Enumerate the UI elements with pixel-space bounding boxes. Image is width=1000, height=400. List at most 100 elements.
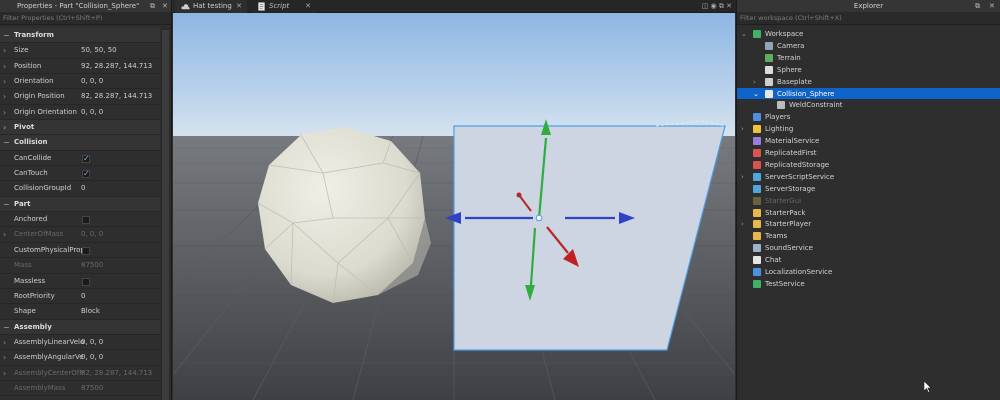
explorer-item[interactable]: LocalizationService [737, 266, 1000, 278]
eye-icon[interactable]: ◉ [711, 2, 717, 10]
undock-icon[interactable]: ⧉ [150, 0, 155, 12]
property-section[interactable]: − Assembly [0, 319, 160, 335]
property-value[interactable]: Block [81, 304, 100, 319]
properties-filter-input[interactable]: Filter Properties (Ctrl+Shift+P) [0, 12, 171, 25]
chevron-right-icon[interactable]: › [3, 74, 6, 89]
property-value[interactable]: 87500 [81, 258, 103, 273]
property-row[interactable]: CanCollide [0, 151, 160, 167]
close-icon[interactable]: ✕ [989, 0, 995, 12]
scene-canvas[interactable] [173, 13, 735, 400]
explorer-item[interactable]: Camera [737, 40, 1000, 52]
property-value[interactable]: 92, 28.287, 144.713 [81, 59, 152, 74]
close-tab-icon[interactable]: ✕ [305, 0, 311, 13]
property-row[interactable]: CanTouch [0, 166, 160, 182]
property-row[interactable]: › AssemblyLinearVelocity0, 0, 0 [0, 335, 160, 351]
explorer-filter-input[interactable]: Filter workspace (Ctrl+Shift+X) [737, 12, 1000, 25]
chevron-right-icon[interactable]: › [3, 43, 6, 58]
chevron-right-icon[interactable]: › [3, 335, 6, 350]
property-row[interactable]: › Origin Position 82, 28.287, 144.713 [0, 89, 160, 105]
property-section[interactable]: › Pivot [0, 120, 160, 136]
undock-icon[interactable]: ⧉ [975, 0, 980, 12]
explorer-item[interactable]: SoundService [737, 242, 1000, 254]
property-row[interactable]: RootPriority 0 [0, 289, 160, 305]
3d-viewport[interactable] [173, 13, 735, 400]
property-row[interactable]: Shape Block [0, 304, 160, 320]
chevron-right-icon[interactable]: › [3, 120, 6, 135]
property-section[interactable]: − Part [0, 196, 160, 213]
explorer-item[interactable]: ReplicatedFirst [737, 147, 1000, 159]
chevron-right-icon[interactable]: › [753, 76, 756, 88]
chevron-right-icon[interactable]: › [741, 123, 744, 135]
property-checkbox[interactable] [82, 166, 90, 181]
chevron-down-icon[interactable]: ⌄ [753, 88, 759, 100]
property-value[interactable]: 82, 28.287, 144.713 [81, 89, 152, 104]
property-row[interactable]: › CenterOfMass 0, 0, 0 [0, 227, 160, 243]
undock-icon[interactable]: ⧉ [719, 2, 724, 10]
property-row[interactable]: › AssemblyAngularVelocity0, 0, 0 [0, 350, 160, 366]
property-value[interactable]: 50, 50, 50 [81, 43, 117, 58]
property-value[interactable]: 0, 0, 0 [81, 350, 103, 365]
property-row[interactable]: › AssemblyCenterOfMass82, 28.287, 144.713 [0, 366, 160, 381]
layout-icon[interactable]: ◫ [702, 2, 709, 10]
close-icon[interactable]: ✕ [162, 0, 168, 12]
chevron-down-icon[interactable]: ⌄ [741, 28, 747, 40]
property-section[interactable]: − Transform [0, 28, 160, 44]
explorer-item[interactable]: Players [737, 111, 1000, 123]
property-row[interactable]: CollisionGroupId 0 [0, 181, 160, 197]
property-value[interactable]: 82, 28.287, 144.713 [81, 366, 152, 381]
chevron-right-icon[interactable]: › [3, 227, 6, 242]
explorer-item[interactable]: › Baseplate [737, 76, 1000, 88]
collapse-icon[interactable]: − [3, 197, 10, 212]
explorer-item[interactable]: Chat [737, 254, 1000, 266]
property-row[interactable]: AssemblyMass 87500 [0, 381, 160, 397]
explorer-item[interactable]: › StarterPlayer [737, 218, 1000, 230]
chevron-right-icon[interactable]: › [3, 59, 6, 74]
explorer-item[interactable]: › Lighting [737, 123, 1000, 135]
gizmo-center[interactable] [535, 214, 543, 222]
property-row[interactable]: Mass 87500 [0, 258, 160, 274]
explorer-item[interactable]: MaterialService [737, 135, 1000, 147]
explorer-item[interactable]: Teams [737, 230, 1000, 242]
explorer-item[interactable]: WeldConstraint [737, 99, 1000, 111]
property-section[interactable]: − Collision [0, 135, 160, 151]
explorer-item[interactable]: › ServerScriptService [737, 171, 1000, 183]
property-value[interactable]: 0, 0, 0 [81, 74, 103, 89]
property-value[interactable]: 0, 0, 0 [81, 105, 103, 120]
property-checkbox[interactable] [82, 151, 90, 166]
property-checkbox[interactable] [82, 277, 90, 286]
chevron-right-icon[interactable]: › [3, 105, 6, 120]
scrollbar-thumb[interactable] [162, 30, 169, 400]
property-row[interactable]: › Origin Orientation 0, 0, 0 [0, 105, 160, 121]
explorer-item[interactable]: Terrain [737, 52, 1000, 64]
close-tab-icon[interactable]: ✕ [236, 0, 242, 13]
collapse-icon[interactable]: − [3, 135, 10, 150]
explorer-item[interactable]: ServerStorage [737, 183, 1000, 195]
properties-scrollbar[interactable] [161, 28, 170, 400]
explorer-item[interactable]: ⌄ Workspace [737, 28, 1000, 40]
property-row[interactable]: Anchored [0, 212, 160, 228]
close-icon[interactable]: ✕ [726, 2, 732, 10]
property-row[interactable]: › Position 92, 28.287, 144.713 [0, 59, 160, 75]
chevron-right-icon[interactable]: › [741, 218, 744, 230]
explorer-item[interactable]: TestService [737, 278, 1000, 290]
property-row[interactable]: CustomPhysicalProperties [0, 243, 160, 259]
explorer-item[interactable]: ⌄ Collision_Sphere [737, 87, 1000, 100]
chevron-right-icon[interactable]: › [3, 350, 6, 365]
explorer-item[interactable]: ReplicatedStorage [737, 159, 1000, 171]
property-row[interactable]: › Orientation 0, 0, 0 [0, 74, 160, 90]
property-value[interactable]: 87500 [81, 381, 103, 396]
property-value[interactable]: 0 [81, 181, 85, 196]
explorer-item[interactable]: Sphere [737, 64, 1000, 76]
property-checkbox[interactable] [82, 216, 90, 225]
chevron-right-icon[interactable]: › [741, 171, 744, 183]
tab-script[interactable]: Script ✕ [251, 0, 316, 13]
chevron-right-icon[interactable]: › [3, 366, 6, 381]
property-row[interactable]: › Size 50, 50, 50 [0, 43, 160, 59]
property-value[interactable]: 0, 0, 0 [81, 227, 103, 242]
chevron-right-icon[interactable]: › [3, 89, 6, 104]
explorer-item[interactable]: StarterGui [737, 195, 1000, 207]
property-value[interactable]: 0, 0, 0 [81, 335, 103, 350]
property-checkbox[interactable] [82, 246, 90, 255]
tab-hat-testing[interactable]: Hat testing ✕ [175, 0, 247, 13]
property-row[interactable]: Massless [0, 274, 160, 289]
